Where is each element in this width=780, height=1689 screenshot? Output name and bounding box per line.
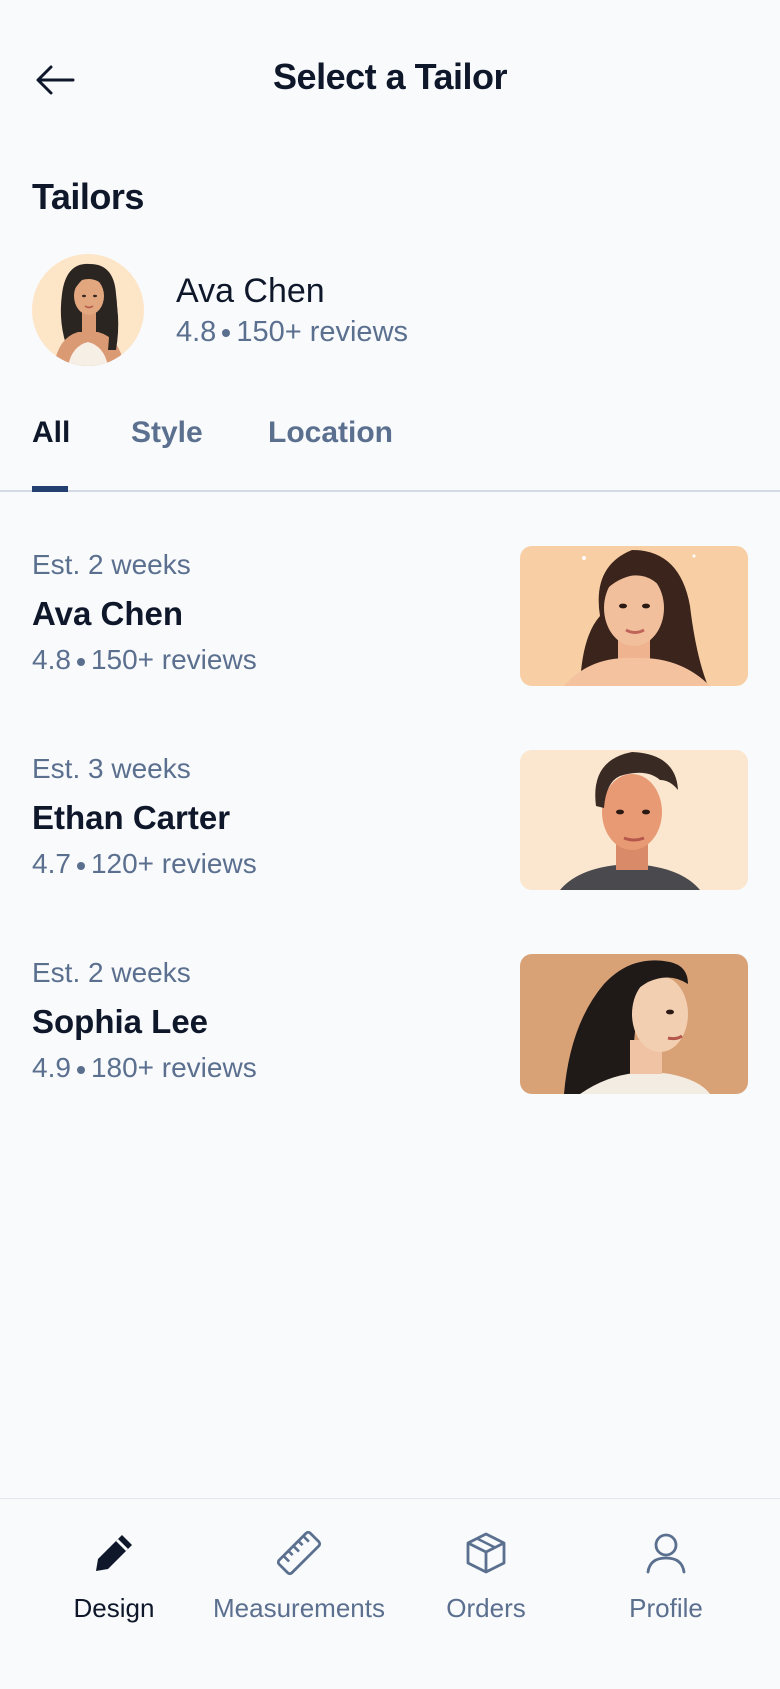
tab-style[interactable]: Style bbox=[131, 416, 203, 450]
reviews-count: 120+ reviews bbox=[90, 848, 257, 880]
reviews-count: 150+ reviews bbox=[236, 315, 409, 348]
tailor-photo bbox=[520, 954, 748, 1094]
rating-line: 4.7 120+ reviews bbox=[32, 847, 257, 881]
rating-value: 4.7 bbox=[32, 848, 71, 880]
rating-value: 4.9 bbox=[32, 1052, 71, 1084]
tab-location[interactable]: Location bbox=[268, 416, 393, 450]
nav-measurements[interactable]: Measurements bbox=[199, 1527, 399, 1624]
list-item[interactable]: Est. 3 weeks Ethan Carter 4.7 120+ review… bbox=[0, 744, 780, 890]
featured-tailor[interactable]: Ava Chen 4.8 150+ reviews bbox=[32, 254, 732, 366]
estimate-text: Est. 2 weeks bbox=[32, 549, 191, 580]
separator-dot bbox=[76, 1065, 85, 1074]
tailor-name: Sophia Lee bbox=[32, 1002, 209, 1040]
ruler-icon bbox=[276, 1530, 322, 1576]
header: Select a Tailor bbox=[0, 0, 780, 160]
nav-profile[interactable]: Profile bbox=[566, 1527, 766, 1624]
nav-design[interactable]: Design bbox=[14, 1527, 214, 1624]
featured-tailor-rating-line: 4.8 150+ reviews bbox=[176, 316, 408, 349]
section-title: Tailors bbox=[32, 176, 144, 217]
list-item[interactable]: Est. 2 weeks Ava Chen 4.8 150+ reviews bbox=[0, 540, 780, 686]
tailor-photo bbox=[520, 750, 748, 890]
nav-label: Profile bbox=[629, 1593, 703, 1623]
list-item[interactable]: Est. 2 weeks Sophia Lee 4.9 180+ reviews bbox=[0, 948, 780, 1094]
estimate-text: Est. 3 weeks bbox=[32, 753, 191, 784]
featured-tailor-name: Ava Chen bbox=[176, 272, 325, 311]
rating-value: 4.8 bbox=[176, 315, 217, 348]
pencil-icon bbox=[96, 1535, 132, 1571]
user-icon bbox=[646, 1533, 686, 1574]
tailor-name: Ava Chen bbox=[32, 594, 183, 632]
box-icon bbox=[466, 1532, 506, 1574]
nav-label: Orders bbox=[446, 1593, 526, 1623]
avatar bbox=[32, 254, 144, 366]
nav-orders[interactable]: Orders bbox=[386, 1527, 586, 1624]
page-title: Select a Tailor bbox=[273, 56, 507, 97]
reviews-count: 180+ reviews bbox=[90, 1052, 257, 1084]
tailor-photo bbox=[520, 546, 748, 686]
tab-all[interactable]: All bbox=[32, 416, 70, 450]
rating-line: 4.9 180+ reviews bbox=[32, 1051, 257, 1085]
filter-tabs: All Style Location bbox=[0, 404, 780, 492]
reviews-count: 150+ reviews bbox=[90, 644, 257, 676]
nav-label: Measurements bbox=[213, 1593, 385, 1623]
separator-dot bbox=[222, 329, 231, 338]
estimate-text: Est. 2 weeks bbox=[32, 957, 191, 988]
nav-label: Design bbox=[73, 1593, 155, 1623]
separator-dot bbox=[76, 657, 85, 666]
rating-value: 4.8 bbox=[32, 644, 71, 676]
rating-line: 4.8 150+ reviews bbox=[32, 643, 257, 677]
bottom-navigation: Design Measurements Orders Profile bbox=[0, 1498, 780, 1689]
tailor-name: Ethan Carter bbox=[32, 798, 231, 836]
separator-dot bbox=[76, 861, 85, 870]
active-tab-indicator bbox=[32, 486, 68, 492]
